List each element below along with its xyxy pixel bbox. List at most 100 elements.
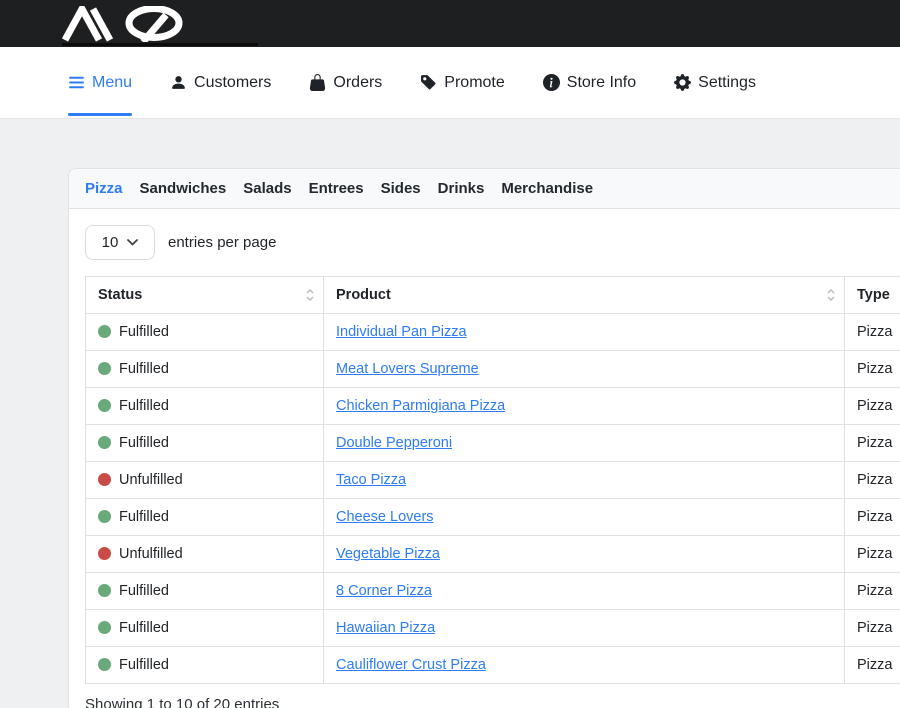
product-cell: Individual Pan Pizza: [324, 314, 845, 351]
menu-card: Pizza Sandwiches Salads Entrees Sides Dr…: [68, 168, 900, 708]
type-cell: Pizza: [845, 573, 900, 610]
type-cell: Pizza: [845, 351, 900, 388]
status-cell: Fulfilled: [86, 425, 324, 462]
entries-per-page-value: 10: [102, 234, 119, 251]
table-row: Fulfilled Double Pepperoni Pizza: [86, 425, 900, 462]
table-row: Fulfilled Individual Pan Pizza Pizza: [86, 314, 900, 351]
logo-underline: [62, 43, 258, 46]
tab-sides[interactable]: Sides: [381, 180, 421, 197]
product-cell: Taco Pizza: [324, 462, 845, 499]
card-body: 10 entries per page Status: [69, 209, 900, 708]
nav-item-menu[interactable]: Menu: [68, 47, 132, 118]
status-dot: [98, 399, 111, 412]
nav-item-store-info[interactable]: Store Info: [543, 47, 636, 118]
table-row: Unfulfilled Vegetable Pizza Pizza: [86, 536, 900, 573]
page-content: Pizza Sandwiches Salads Entrees Sides Dr…: [0, 118, 900, 708]
product-cell: Meat Lovers Supreme: [324, 351, 845, 388]
bag-icon: [309, 74, 326, 91]
column-header-type[interactable]: Type: [845, 277, 900, 314]
status-cell: Fulfilled: [86, 610, 324, 647]
status-dot: [98, 325, 111, 338]
status-label: Unfulfilled: [119, 472, 183, 488]
sort-icon[interactable]: [827, 288, 835, 302]
product-link[interactable]: Hawaiian Pizza: [336, 620, 435, 636]
product-link[interactable]: Vegetable Pizza: [336, 546, 440, 562]
app-header: [0, 0, 900, 47]
main-nav: Menu Customers Orders Promote Store Info…: [0, 47, 900, 118]
product-cell: Chicken Parmigiana Pizza: [324, 388, 845, 425]
status-label: Fulfilled: [119, 324, 169, 340]
category-tabs: Pizza Sandwiches Salads Entrees Sides Dr…: [69, 169, 900, 209]
nav-item-customers[interactable]: Customers: [170, 47, 271, 118]
table-row: Fulfilled Chicken Parmigiana Pizza Pizza: [86, 388, 900, 425]
table-row: Fulfilled 8 Corner Pizza Pizza: [86, 573, 900, 610]
status-label: Fulfilled: [119, 657, 169, 673]
nav-item-orders[interactable]: Orders: [309, 47, 382, 118]
table-row: Fulfilled Hawaiian Pizza Pizza: [86, 610, 900, 647]
status-label: Fulfilled: [119, 398, 169, 414]
product-cell: Double Pepperoni: [324, 425, 845, 462]
status-label: Fulfilled: [119, 361, 169, 377]
status-dot: [98, 584, 111, 597]
product-link[interactable]: Double Pepperoni: [336, 435, 452, 451]
status-label: Fulfilled: [119, 620, 169, 636]
column-header-status[interactable]: Status: [86, 277, 324, 314]
product-link[interactable]: Meat Lovers Supreme: [336, 361, 479, 377]
entries-per-page-select[interactable]: 10: [85, 225, 155, 260]
status-dot: [98, 362, 111, 375]
nav-label: Settings: [698, 74, 756, 92]
app-logo: [62, 6, 242, 47]
type-cell: Pizza: [845, 462, 900, 499]
status-label: Fulfilled: [119, 435, 169, 451]
status-dot: [98, 436, 111, 449]
sort-icon[interactable]: [306, 288, 314, 302]
table-row: Fulfilled Meat Lovers Supreme Pizza: [86, 351, 900, 388]
type-cell: Pizza: [845, 388, 900, 425]
tab-entrees[interactable]: Entrees: [309, 180, 364, 197]
status-cell: Unfulfilled: [86, 536, 324, 573]
info-circle-icon: [543, 74, 560, 91]
status-dot: [98, 658, 111, 671]
column-header-product[interactable]: Product: [324, 277, 845, 314]
product-link[interactable]: Cauliflower Crust Pizza: [336, 657, 486, 673]
status-cell: Fulfilled: [86, 573, 324, 610]
product-cell: Cheese Lovers: [324, 499, 845, 536]
status-cell: Unfulfilled: [86, 462, 324, 499]
chevron-down-icon: [127, 239, 138, 246]
product-cell: 8 Corner Pizza: [324, 573, 845, 610]
product-link[interactable]: Cheese Lovers: [336, 509, 434, 525]
products-table: Status Product Type: [85, 276, 900, 684]
type-cell: Pizza: [845, 425, 900, 462]
tab-drinks[interactable]: Drinks: [438, 180, 485, 197]
nav-label: Orders: [333, 74, 382, 92]
status-cell: Fulfilled: [86, 499, 324, 536]
nav-item-settings[interactable]: Settings: [674, 47, 756, 118]
nav-label: Menu: [92, 74, 132, 92]
status-label: Fulfilled: [119, 509, 169, 525]
tab-salads[interactable]: Salads: [243, 180, 291, 197]
product-link[interactable]: Taco Pizza: [336, 472, 406, 488]
type-cell: Pizza: [845, 314, 900, 351]
product-link[interactable]: Chicken Parmigiana Pizza: [336, 398, 505, 414]
product-cell: Cauliflower Crust Pizza: [324, 647, 845, 684]
tab-pizza[interactable]: Pizza: [85, 180, 123, 197]
nav-label: Promote: [444, 74, 504, 92]
tab-sandwiches[interactable]: Sandwiches: [140, 180, 227, 197]
status-dot: [98, 621, 111, 634]
gear-icon: [674, 74, 691, 91]
type-cell: Pizza: [845, 610, 900, 647]
product-cell: Vegetable Pizza: [324, 536, 845, 573]
hamburger-icon: [68, 74, 85, 91]
status-dot: [98, 547, 111, 560]
product-link[interactable]: Individual Pan Pizza: [336, 324, 467, 340]
product-link[interactable]: 8 Corner Pizza: [336, 583, 432, 599]
type-cell: Pizza: [845, 499, 900, 536]
entries-summary: Showing 1 to 10 of 20 entries: [85, 696, 900, 708]
nav-item-promote[interactable]: Promote: [420, 47, 504, 118]
status-cell: Fulfilled: [86, 388, 324, 425]
entries-row: 10 entries per page: [85, 225, 900, 260]
table-header-row: Status Product Type: [86, 277, 900, 314]
tab-merchandise[interactable]: Merchandise: [501, 180, 593, 197]
product-cell: Hawaiian Pizza: [324, 610, 845, 647]
table-row: Fulfilled Cauliflower Crust Pizza Pizza: [86, 647, 900, 684]
